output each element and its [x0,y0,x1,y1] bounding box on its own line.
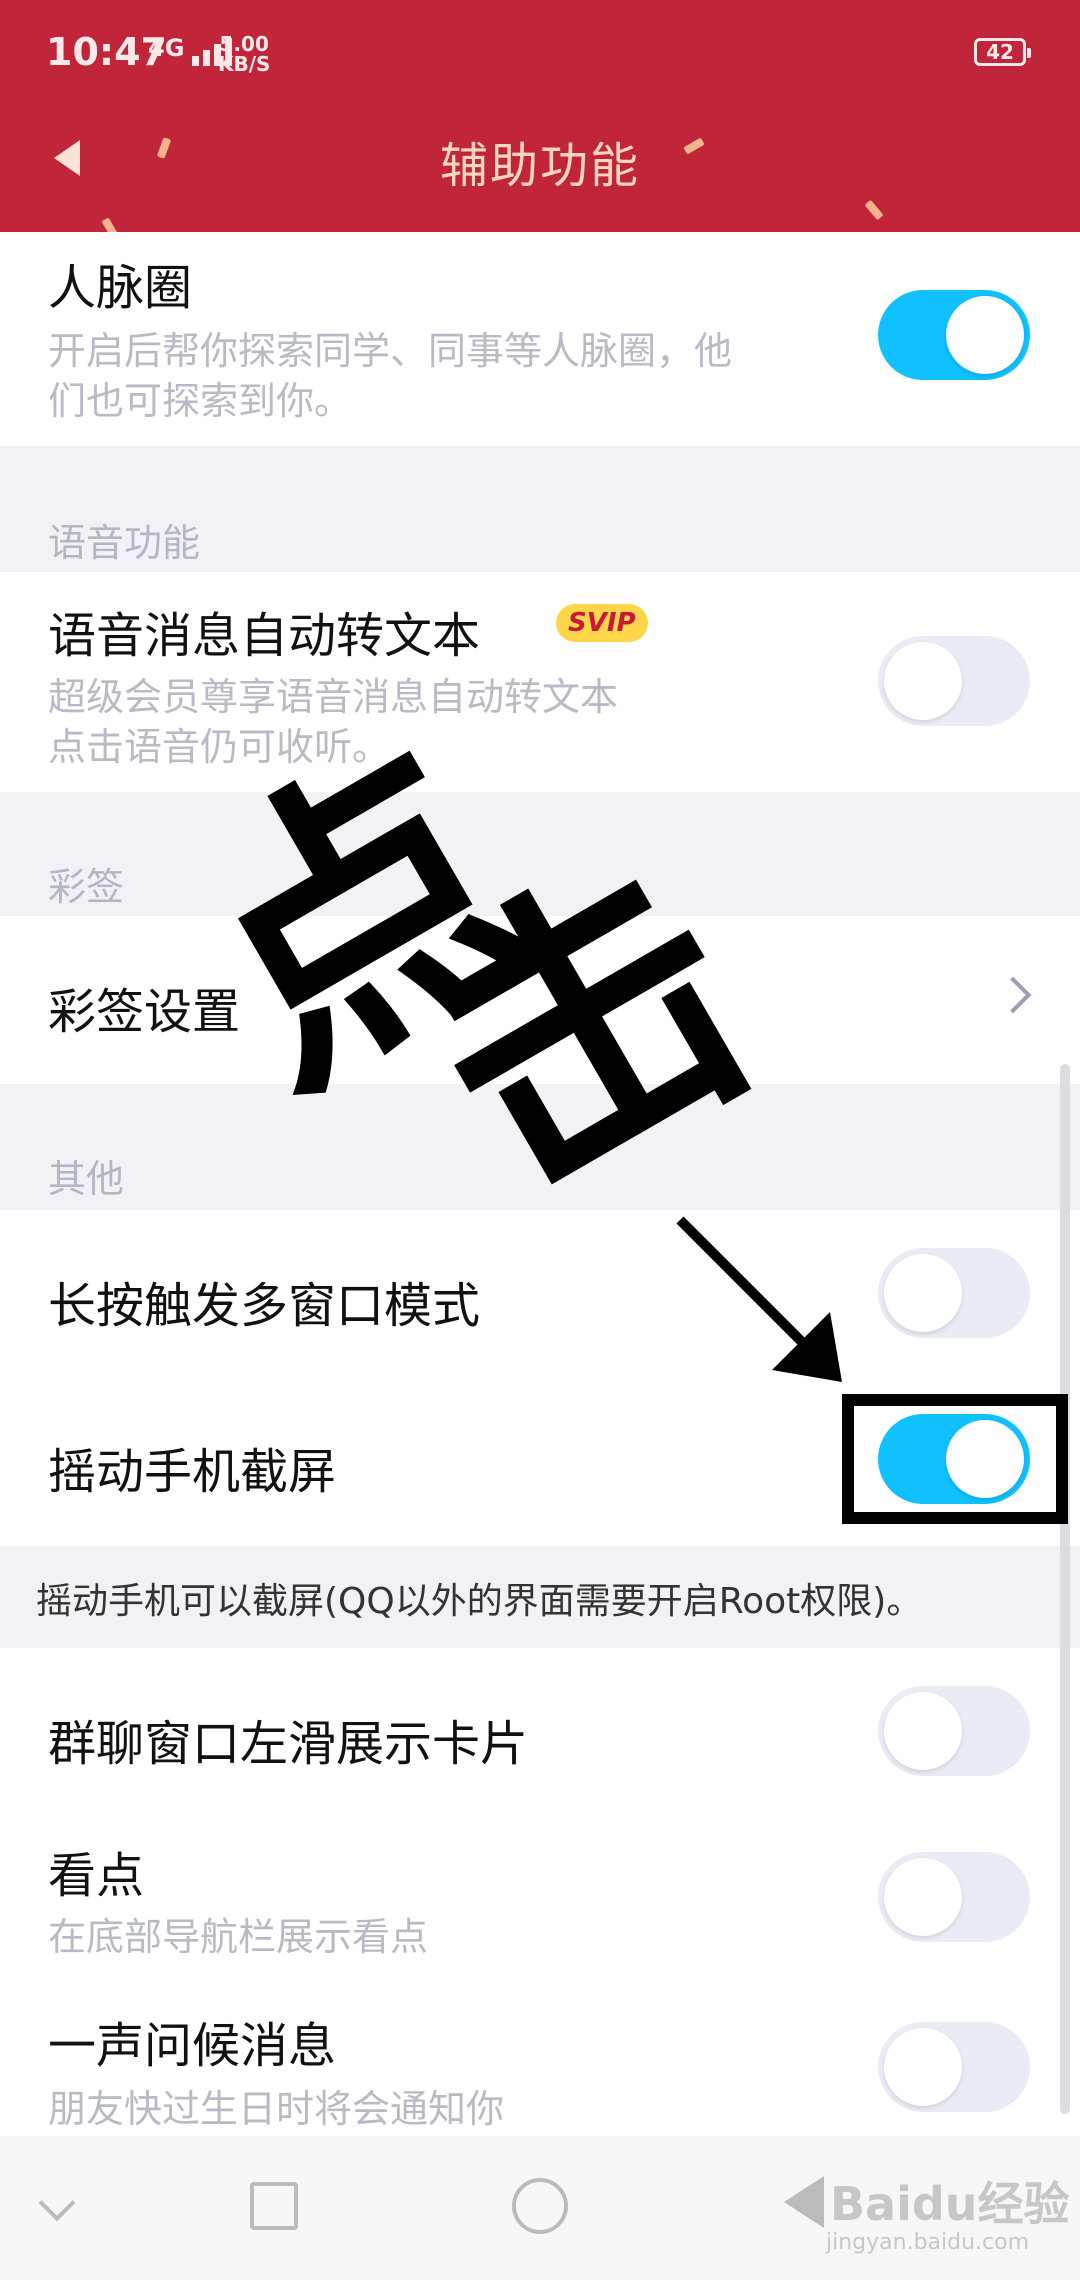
contacts-desc: 开启后帮你探索同学、同事等人脉圈，他 们也可探索到你。 [48,326,732,426]
caiqian-settings-title: 彩签设置 [48,984,241,1040]
network-speed: 5.00 KB/S [218,34,270,74]
toggle-knob [884,1254,962,1332]
group-card-title: 群聊窗口左滑展示卡片 [48,1716,529,1772]
voice-to-text-toggle[interactable] [878,636,1030,726]
multiwindow-title: 长按触发多窗口模式 [48,1278,481,1334]
contacts-title: 人脉圈 [48,260,193,316]
section-header-other: 其他 [48,1157,125,1201]
confetti-decoration [864,199,884,221]
network-type: 4G [148,34,185,62]
voice-desc-line1: 超级会员尊享语音消息自动转文本 [48,675,619,719]
greeting-toggle[interactable] [878,2022,1030,2112]
voice-to-text-title: 语音消息自动转文本 [48,608,481,664]
greeting-desc: 朋友快过生日时将会通知你 [48,2087,505,2131]
toggle-knob [884,1858,962,1936]
group-card-toggle[interactable] [878,1686,1030,1776]
network-speed-unit: KB/S [218,52,271,76]
toggle-knob [946,296,1024,374]
svip-badge: SVIP [556,604,648,642]
recent-apps-icon[interactable] [250,2182,298,2230]
kandian-desc: 在底部导航栏展示看点 [48,1915,429,1959]
kandian-title: 看点 [48,1848,145,1904]
annotation-arrow-icon [676,1216,842,1382]
multiwindow-toggle[interactable] [878,1248,1030,1338]
home-icon[interactable] [512,2178,568,2234]
watermark-logo: Baidu经验 [830,2177,1070,2231]
toggle-knob [884,2028,962,2106]
page-title: 辅助功能 [439,138,640,194]
section-header-voice: 语音功能 [48,521,201,565]
toggle-knob [884,642,962,720]
battery-icon: 42 [974,38,1031,66]
toggle-knob [884,1692,962,1770]
watermark-url: jingyan.baidu.com [826,2230,1030,2255]
section-header-caiqian: 彩签 [48,865,125,909]
annotation-highlight-box [842,1394,1068,1524]
contacts-desc-line2: 们也可探索到你。 [48,379,353,423]
shake-screenshot-note: 摇动手机可以截屏(QQ以外的界面需要开启Root权限)。 [36,1581,923,1622]
scrollbar[interactable] [1060,1064,1070,2114]
greeting-title: 一声问候消息 [48,2018,337,2074]
contacts-desc-line1: 开启后帮你探索同学、同事等人脉圈，他 [48,329,733,373]
contacts-toggle[interactable] [878,290,1030,380]
nav-back-icon[interactable] [784,2176,824,2228]
header-bar: 10:47 4G 5.00 KB/S 42 辅助功能 [0,0,1080,239]
shake-screenshot-title: 摇动手机截屏 [48,1444,337,1500]
kandian-toggle[interactable] [878,1852,1030,1942]
status-bar: 10:47 4G 5.00 KB/S 42 [0,0,1080,100]
